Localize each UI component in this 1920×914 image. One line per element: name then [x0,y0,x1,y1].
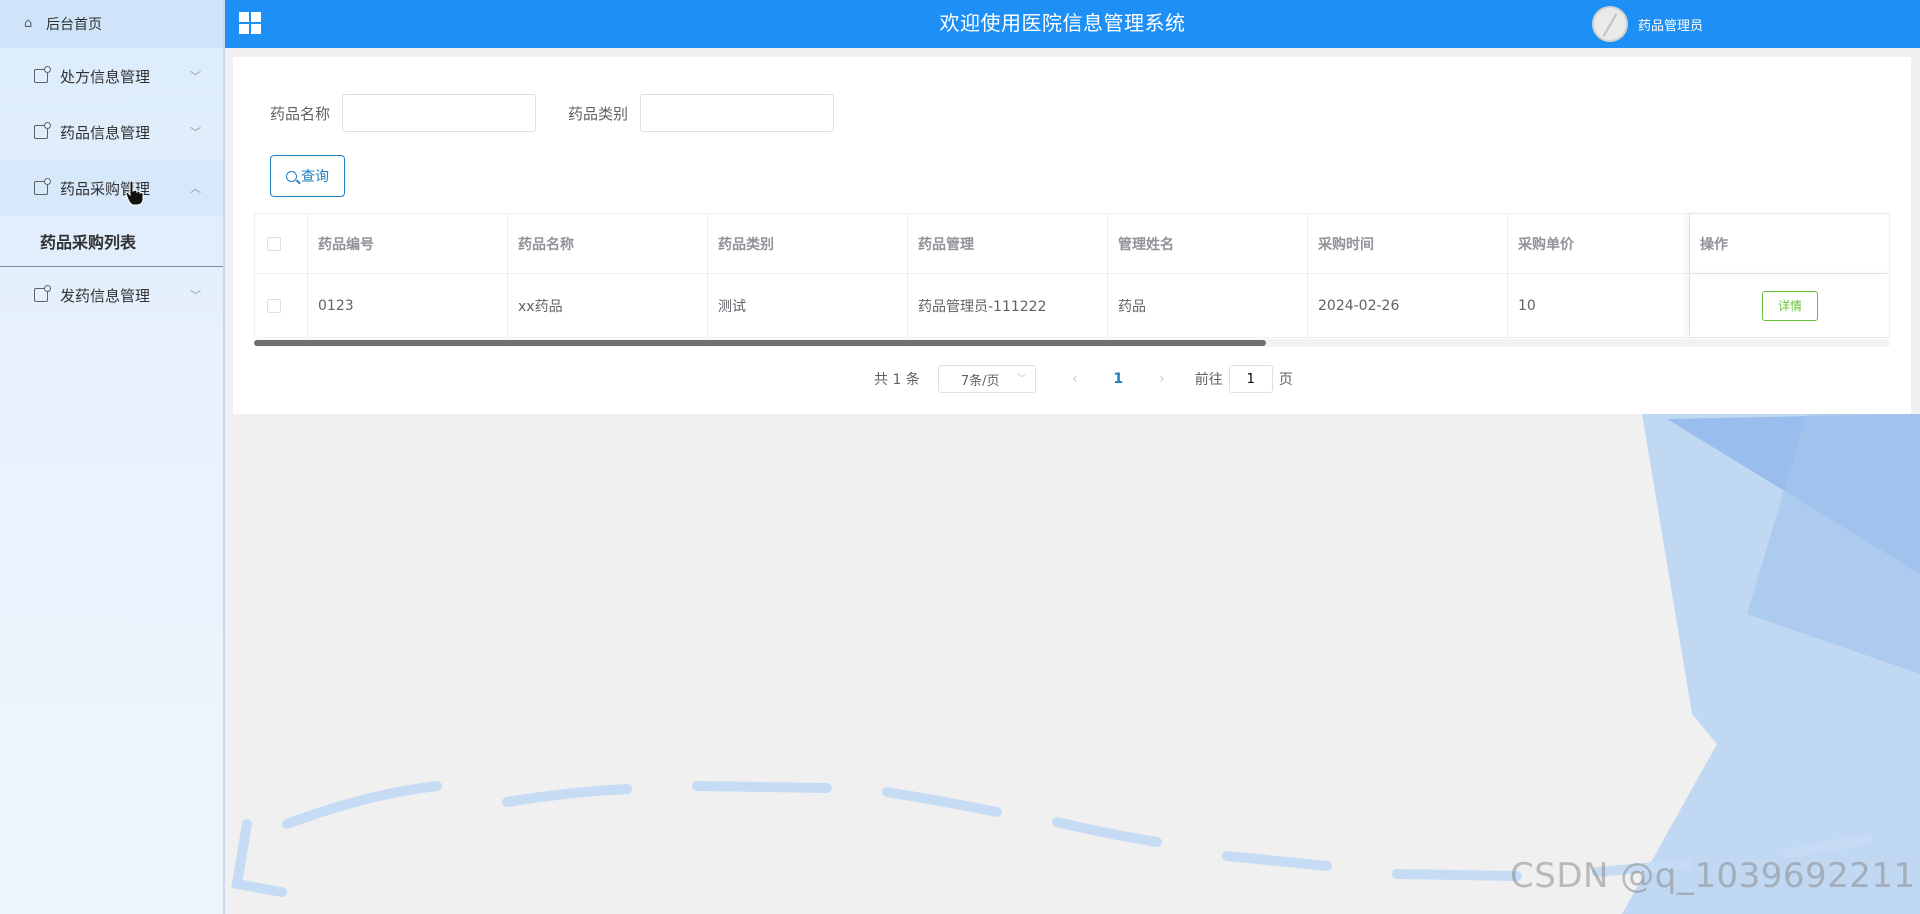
column-header: 操作 [1690,214,1890,273]
column-header[interactable]: 药品类别 [708,214,908,273]
chevron-down-icon: ﹀ [190,70,201,83]
column-header[interactable]: 药品管理 [908,214,1108,273]
search-icon [286,170,297,182]
chevron-up-icon: ︿ [190,182,201,195]
column-header[interactable]: 采购单价 [1508,214,1690,273]
sidebar: ⌂ 后台首页 处方信息管理 ﹀ 药品信息管理 ﹀ 药品采购管理 ︿ 药品采购列表… [0,0,225,914]
table-row: 0123 xx药品 测试 药品管理员-111222 药品 2024-02-26 … [254,274,1890,338]
sidebar-item-label: 药品信息管理 [60,123,151,142]
action-cell: 详情 [1690,274,1890,337]
page-number[interactable]: 1 [1113,371,1123,387]
table-cell: 10 [1508,274,1690,337]
goto-prefix: 前往 [1194,372,1223,388]
menu-icon [34,178,51,195]
sidebar-item-label: 处方信息管理 [60,67,151,86]
goto-page-input[interactable] [1228,365,1273,393]
chevron-down-icon: ﹀ [190,289,201,302]
chevron-down-icon: ﹀ [190,126,201,139]
sidebar-item-drug-purchase[interactable]: 药品采购管理 ︿ [0,160,223,216]
detail-button[interactable]: 详情 [1762,290,1818,321]
table-cell: 测试 [708,274,908,337]
table-cell: 药品管理员-111222 [908,274,1108,337]
drug-name-label: 药品名称 [270,104,331,123]
page-size-select[interactable]: 7条/页 ﹀ [937,365,1036,393]
select-all-checkbox[interactable] [267,236,281,251]
chevron-down-icon: ﹀ [1016,374,1027,385]
search-form: 药品名称 药品类别 [270,94,866,132]
home-icon: ⌂ [24,16,33,31]
sidebar-item-dispense[interactable]: 发药信息管理 ﹀ [0,267,223,323]
main-panel: 药品名称 药品类别 查询 药品编号 药品名称 药品类别 药品管理 管理姓名 采购… [233,57,1911,414]
drug-category-input[interactable] [640,94,835,132]
horizontal-scrollbar[interactable] [254,339,1890,347]
prev-page-button[interactable]: ‹ [1072,371,1078,387]
sidebar-home-label: 后台首页 [46,17,102,33]
background-decoration [227,414,1920,914]
user-menu[interactable]: 药品管理员 [1592,2,1703,46]
table-cell: 药品 [1108,274,1308,337]
sidebar-item-drug-info[interactable]: 药品信息管理 ﹀ [0,104,223,160]
sidebar-home[interactable]: ⌂ 后台首页 [0,0,223,48]
select-all-cell [254,214,308,273]
pagination: 共 1 条 7条/页 ﹀ ‹ 1 › 前往 页 [874,365,1293,393]
table-cell: xx药品 [508,274,708,337]
sidebar-item-label: 发药信息管理 [60,286,151,305]
menu-icon [34,66,51,83]
row-checkbox[interactable] [267,298,281,313]
table-header: 药品编号 药品名称 药品类别 药品管理 管理姓名 采购时间 采购单价 操作 [254,214,1890,274]
query-button-label: 查询 [301,169,329,185]
sidebar-subitem-purchase-list[interactable]: 药品采购列表 [0,216,223,267]
sidebar-subitem-label: 药品采购列表 [40,233,137,252]
background-shapes [231,414,1920,914]
drug-category-label: 药品类别 [568,104,629,123]
total-count: 共 1 条 [874,372,920,388]
column-header[interactable]: 药品名称 [508,214,708,273]
table-cell: 0123 [308,274,508,337]
table-cell: 2024-02-26 [1308,274,1508,337]
purchase-table: 药品编号 药品名称 药品类别 药品管理 管理姓名 采购时间 采购单价 操作 01… [254,213,1890,338]
watermark: CSDN @q_1039692211 [1510,856,1916,896]
menu-icon [34,122,51,139]
sidebar-item-prescription[interactable]: 处方信息管理 ﹀ [0,48,223,104]
column-header[interactable]: 药品编号 [308,214,508,273]
column-header[interactable]: 管理姓名 [1108,214,1308,273]
drug-name-input[interactable] [342,94,537,132]
menu-icon [34,285,51,302]
scrollbar-thumb[interactable] [254,340,1266,346]
row-select-cell [254,274,308,337]
hand-cursor-icon [125,180,144,206]
top-header: 欢迎使用医院信息管理系统 药品管理员 [225,0,1920,48]
query-button[interactable]: 查询 [270,155,345,197]
next-page-button[interactable]: › [1159,371,1165,387]
page-size-value: 7条/页 [960,373,1000,389]
avatar [1592,6,1628,42]
user-name: 药品管理员 [1638,18,1704,34]
goto-suffix: 页 [1278,372,1293,388]
column-header[interactable]: 采购时间 [1308,214,1508,273]
